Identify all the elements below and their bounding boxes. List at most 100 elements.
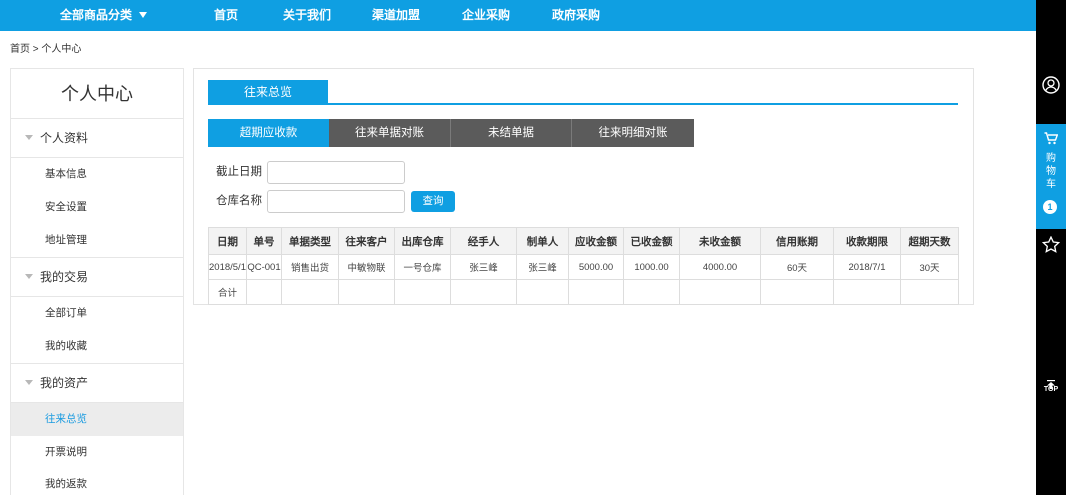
triangle-down-icon [25,135,33,141]
total-cell [450,279,517,305]
sidebar-item-my-favorites[interactable]: 我的收藏 [11,330,183,363]
total-cell [394,279,451,305]
sidebar-section-my-trades: 我的交易 全部订单 我的收藏 [11,257,183,363]
sidebar-section-header-my-trades[interactable]: 我的交易 [11,257,183,297]
subtab-overdue-receivables[interactable]: 超期应收款 [208,119,329,147]
sidebar-section-label: 我的资产 [40,376,89,390]
all-categories-label: 全部商品分类 [60,8,133,22]
subtab-detail-reconciliation[interactable]: 往来明细对账 [571,119,694,147]
column-header-creator: 制单人 [516,227,569,255]
right-toolbar: 购物车 1 TOP [1036,0,1066,495]
column-header-handler: 经手人 [450,227,517,255]
all-categories-menu[interactable]: 全部商品分类 [60,0,148,31]
total-cell [679,279,761,305]
cell-doc-number: QC-001 [246,254,282,280]
star-icon[interactable] [1041,235,1061,253]
column-header-credit-period: 信用账期 [760,227,834,255]
sidebar-section-label: 我的交易 [40,270,89,284]
cell-payment-deadline: 2018/7/1 [833,254,901,280]
cart-label: 购物车 [1046,153,1056,190]
cutoff-date-input[interactable] [267,161,405,184]
total-label: 合计 [208,279,247,305]
sidebar-item-all-orders[interactable]: 全部订单 [11,297,183,330]
sidebar-item-my-rebates[interactable]: 我的返款 [11,469,183,495]
breadcrumb-separator: > [32,44,39,55]
cell-overdue-days: 30天 [900,254,959,280]
sidebar-item-basic-info[interactable]: 基本信息 [11,158,183,191]
nav-item-about-us[interactable]: 关于我们 [283,0,331,31]
cart-count-badge: 1 [1043,200,1057,214]
warehouse-name-label: 仓库名称 [216,195,262,207]
sidebar-section-header-profile[interactable]: 个人资料 [11,119,183,158]
total-cell [568,279,624,305]
cell-doc-type: 销售出货 [281,254,339,280]
cell-outbound-warehouse: 一号仓库 [394,254,451,280]
warehouse-name-input[interactable] [267,190,405,213]
column-header-outbound-warehouse: 出库仓库 [394,227,451,255]
cell-amount-receivable: 5000.00 [568,254,624,280]
total-cell [900,279,959,305]
caret-down-icon [139,11,148,18]
sidebar-section-my-assets: 我的资产 往来总览 开票说明 我的返款 [11,363,183,495]
cell-amount-received: 1000.00 [623,254,680,280]
triangle-down-icon [25,380,33,386]
column-header-doc-number: 单号 [246,227,282,255]
user-icon[interactable] [1042,76,1060,94]
nav-item-government-procurement[interactable]: 政府采购 [552,0,600,31]
total-cell [833,279,901,305]
column-header-amount-receivable: 应收金额 [568,227,624,255]
column-header-payment-deadline: 收款期限 [833,227,901,255]
sidebar-section-profile: 个人资料 基本信息 安全设置 地址管理 [11,119,183,257]
main-panel: 往来总览 超期应收款 往来单据对账 未结单据 往来明细对账 截止日期 仓库名称 … [193,68,974,305]
sidebar-section-header-my-assets[interactable]: 我的资产 [11,363,183,403]
cart-button[interactable]: 购物车 1 [1036,124,1066,229]
tab-transaction-overview[interactable]: 往来总览 [208,80,328,104]
sidebar-item-transaction-overview[interactable]: 往来总览 [11,403,183,436]
nav-item-home[interactable]: 首页 [214,0,238,31]
cell-date: 2018/5/1 [208,254,247,280]
cell-creator: 张三峰 [516,254,569,280]
breadcrumb-home-link[interactable]: 首页 [10,44,30,55]
total-cell [623,279,680,305]
cell-credit-period: 60天 [760,254,834,280]
sidebar-item-security-settings[interactable]: 安全设置 [11,191,183,224]
column-header-date: 日期 [208,227,247,255]
receivables-table: 日期 单号 单据类型 往来客户 出库仓库 经手人 制单人 应收金额 已收金额 未… [208,227,959,305]
table-total-row: 合计 [208,279,959,305]
breadcrumb: 首页 > 个人中心 [10,44,81,56]
breadcrumb-current: 个人中心 [41,44,82,55]
table-header-row: 日期 单号 单据类型 往来客户 出库仓库 经手人 制单人 应收金额 已收金额 未… [208,227,959,255]
sidebar-item-invoice-instructions[interactable]: 开票说明 [11,436,183,469]
sidebar: 个人中心 个人资料 基本信息 安全设置 地址管理 我的交易 全部订单 我的收藏 … [10,68,184,495]
arrow-up-icon [1046,376,1056,389]
column-header-overdue-days: 超期天数 [900,227,959,255]
total-cell [760,279,834,305]
table-row: 2018/5/1 QC-001 销售出货 中敏物联 一号仓库 张三峰 张三峰 5… [208,254,959,280]
column-header-customer: 往来客户 [338,227,395,255]
cutoff-date-label: 截止日期 [216,166,262,178]
total-cell [281,279,339,305]
subtab-open-documents[interactable]: 未结单据 [450,119,571,147]
cart-icon [1044,132,1059,145]
sidebar-section-label: 个人资料 [40,131,89,145]
sidebar-title: 个人中心 [11,69,183,119]
column-header-doc-type: 单据类型 [281,227,339,255]
cell-customer: 中敏物联 [338,254,395,280]
cell-amount-outstanding: 4000.00 [679,254,761,280]
nav-item-channel-partnership[interactable]: 渠道加盟 [372,0,420,31]
total-cell [338,279,395,305]
subtab-bar: 超期应收款 往来单据对账 未结单据 往来明细对账 [208,119,694,147]
top-nav-bar: 全部商品分类 首页 关于我们 渠道加盟 企业采购 政府采购 [0,0,1036,31]
tab-underline [208,103,958,105]
back-to-top-label: TOP [1043,386,1059,393]
sidebar-item-address-management[interactable]: 地址管理 [11,224,183,257]
total-cell [246,279,282,305]
triangle-down-icon [25,274,33,280]
query-button[interactable]: 查询 [411,191,455,212]
total-cell [516,279,569,305]
subtab-document-reconciliation[interactable]: 往来单据对账 [329,119,450,147]
column-header-amount-received: 已收金额 [623,227,680,255]
nav-item-enterprise-procurement[interactable]: 企业采购 [462,0,510,31]
column-header-amount-outstanding: 未收金额 [679,227,761,255]
cell-handler: 张三峰 [450,254,517,280]
